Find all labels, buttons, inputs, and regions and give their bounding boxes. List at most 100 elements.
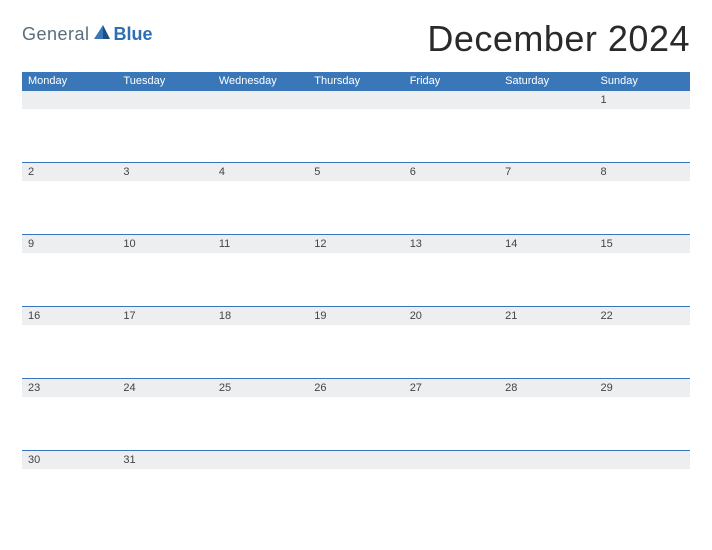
day-number: [404, 451, 499, 469]
day-number: [404, 91, 499, 109]
day-number: 28: [499, 379, 594, 397]
day-number: [499, 91, 594, 109]
day-number: [308, 91, 403, 109]
calendar-cell: 24: [117, 379, 212, 451]
day-number: 29: [595, 379, 690, 397]
calendar-cell: [22, 91, 117, 163]
day-number: 21: [499, 307, 594, 325]
weekday-header-row: Monday Tuesday Wednesday Thursday Friday…: [22, 72, 690, 91]
weekday-header: Monday: [22, 72, 117, 91]
calendar-body: 1234567891011121314151617181920212223242…: [22, 91, 690, 481]
calendar-cell: [499, 451, 594, 481]
calendar-cell: 16: [22, 307, 117, 379]
day-number: [595, 451, 690, 469]
logo: General Blue: [22, 18, 153, 45]
calendar-cell: 4: [213, 163, 308, 235]
day-number: 12: [308, 235, 403, 253]
day-number: 14: [499, 235, 594, 253]
day-number: 27: [404, 379, 499, 397]
day-number: 13: [404, 235, 499, 253]
day-number: [213, 451, 308, 469]
day-number: 31: [117, 451, 212, 469]
calendar-cell: [404, 451, 499, 481]
day-number: 30: [22, 451, 117, 469]
weekday-header: Tuesday: [117, 72, 212, 91]
calendar-cell: 31: [117, 451, 212, 481]
day-number: [22, 91, 117, 109]
day-number: 2: [22, 163, 117, 181]
calendar-cell: 10: [117, 235, 212, 307]
day-number: 18: [213, 307, 308, 325]
calendar-cell: 11: [213, 235, 308, 307]
day-number: [499, 451, 594, 469]
day-number: [117, 91, 212, 109]
calendar-cell: 12: [308, 235, 403, 307]
calendar-cell: 13: [404, 235, 499, 307]
calendar-cell: [404, 91, 499, 163]
calendar-cell: 2: [22, 163, 117, 235]
day-number: 1: [595, 91, 690, 109]
day-number: 23: [22, 379, 117, 397]
calendar-cell: [595, 451, 690, 481]
calendar-grid: Monday Tuesday Wednesday Thursday Friday…: [22, 72, 690, 481]
calendar-cell: 6: [404, 163, 499, 235]
day-number: 10: [117, 235, 212, 253]
calendar-cell: 20: [404, 307, 499, 379]
day-number: [213, 91, 308, 109]
logo-text-blue: Blue: [114, 24, 153, 45]
calendar-week: 2345678: [22, 163, 690, 235]
calendar-cell: 23: [22, 379, 117, 451]
calendar-cell: [499, 91, 594, 163]
calendar-cell: [213, 91, 308, 163]
calendar-cell: 18: [213, 307, 308, 379]
day-number: 3: [117, 163, 212, 181]
weekday-header: Saturday: [499, 72, 594, 91]
calendar-cell: 29: [595, 379, 690, 451]
calendar-cell: 1: [595, 91, 690, 163]
day-number: 5: [308, 163, 403, 181]
calendar-cell: [117, 91, 212, 163]
day-number: 17: [117, 307, 212, 325]
calendar-cell: [213, 451, 308, 481]
day-number: 25: [213, 379, 308, 397]
day-number: 20: [404, 307, 499, 325]
page-title: December 2024: [427, 18, 690, 60]
header: General Blue December 2024: [22, 18, 690, 60]
calendar-cell: 26: [308, 379, 403, 451]
day-number: 6: [404, 163, 499, 181]
calendar-cell: 17: [117, 307, 212, 379]
day-number: 15: [595, 235, 690, 253]
weekday-header: Friday: [404, 72, 499, 91]
day-number: 26: [308, 379, 403, 397]
day-number: 16: [22, 307, 117, 325]
calendar-cell: 27: [404, 379, 499, 451]
calendar-cell: 7: [499, 163, 594, 235]
calendar-cell: 9: [22, 235, 117, 307]
logo-mark-icon: [94, 25, 110, 44]
calendar-cell: 30: [22, 451, 117, 481]
day-number: 9: [22, 235, 117, 253]
calendar-cell: 5: [308, 163, 403, 235]
day-number: 11: [213, 235, 308, 253]
calendar-cell: 3: [117, 163, 212, 235]
day-number: [308, 451, 403, 469]
calendar-week: 3031: [22, 451, 690, 481]
day-number: 24: [117, 379, 212, 397]
day-number: 19: [308, 307, 403, 325]
calendar-cell: [308, 91, 403, 163]
calendar-cell: 14: [499, 235, 594, 307]
calendar-cell: 22: [595, 307, 690, 379]
calendar-cell: 21: [499, 307, 594, 379]
weekday-header: Sunday: [595, 72, 690, 91]
weekday-header: Wednesday: [213, 72, 308, 91]
day-number: 8: [595, 163, 690, 181]
day-number: 7: [499, 163, 594, 181]
calendar-cell: 8: [595, 163, 690, 235]
calendar-week: 16171819202122: [22, 307, 690, 379]
calendar-week: 23242526272829: [22, 379, 690, 451]
day-number: 4: [213, 163, 308, 181]
calendar-cell: 15: [595, 235, 690, 307]
calendar-week: 1: [22, 91, 690, 163]
weekday-header: Thursday: [308, 72, 403, 91]
calendar-cell: [308, 451, 403, 481]
